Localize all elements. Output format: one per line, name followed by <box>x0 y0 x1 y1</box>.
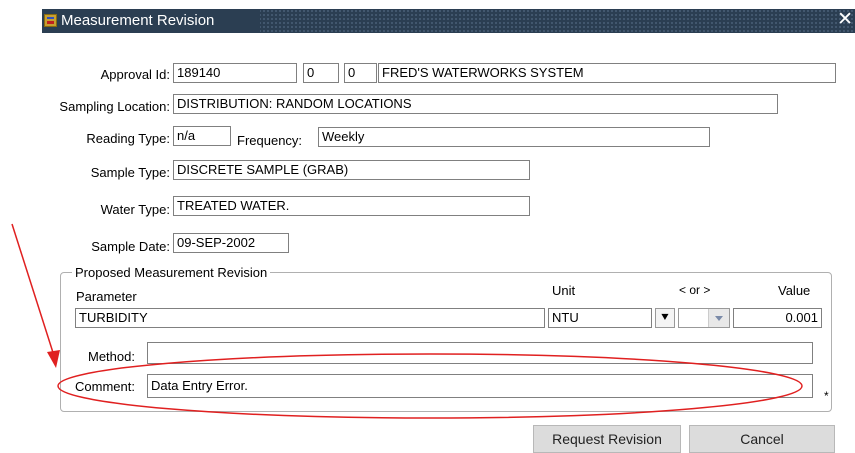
annotation-arrow-head <box>47 350 60 368</box>
annotation-arrow-line <box>11 223 57 363</box>
annotation-overlay <box>11 223 803 419</box>
annotation-ellipse <box>57 353 803 419</box>
